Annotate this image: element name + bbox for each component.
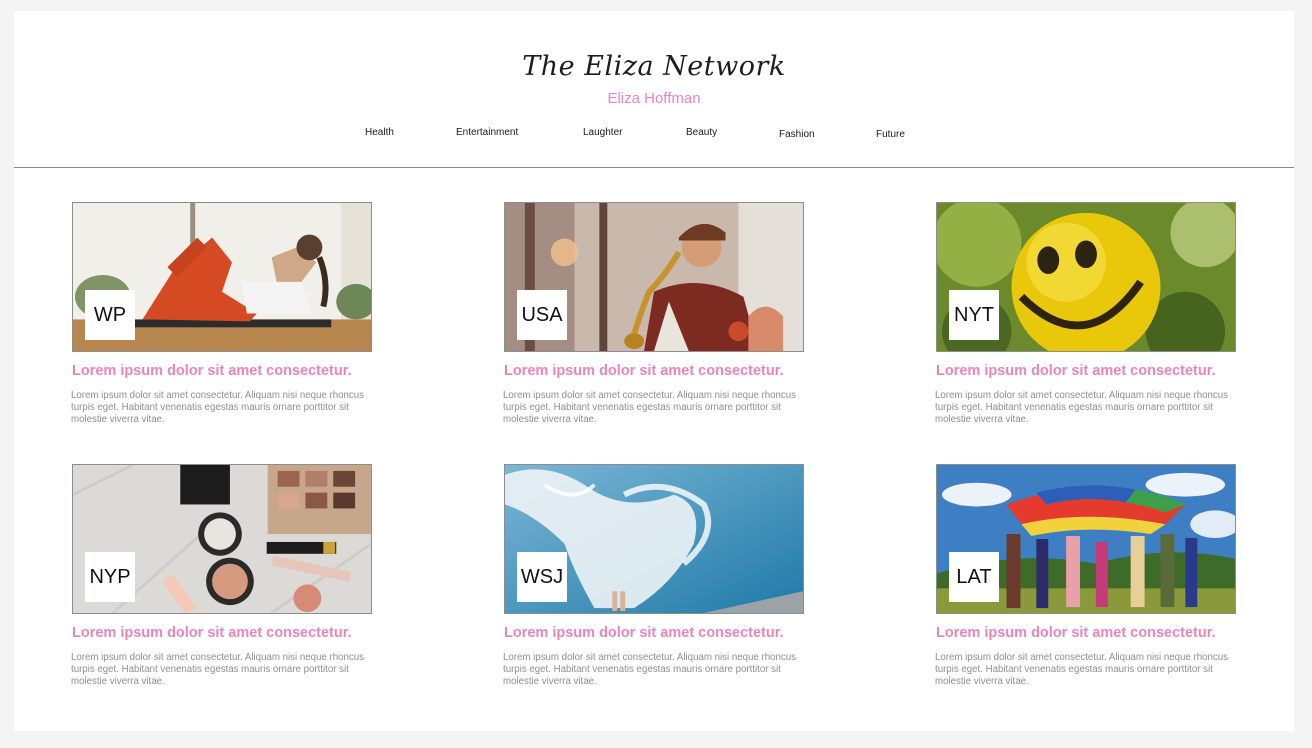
article-excerpt: Lorem ipsum dolor sit amet consectetur. … (503, 390, 796, 425)
article-title[interactable]: Lorem ipsum dolor sit amet consectetur. (504, 363, 814, 379)
nav-link-entertainment[interactable]: Entertainment (456, 127, 518, 138)
article-title[interactable]: Lorem ipsum dolor sit amet consectetur. (936, 363, 1246, 379)
source-badge: WSJ (517, 552, 567, 602)
article-excerpt: Lorem ipsum dolor sit amet consectetur. … (71, 652, 364, 687)
kids-parachute-game-photo[interactable]: LAT (936, 464, 1236, 614)
main-nav: Health Entertainment Laughter Beauty Fas… (14, 126, 1294, 146)
article-excerpt: Lorem ipsum dolor sit amet consectetur. … (935, 390, 1228, 425)
article-title[interactable]: Lorem ipsum dolor sit amet consectetur. (72, 625, 382, 641)
nav-link-health[interactable]: Health (365, 127, 394, 138)
author-name: Eliza Hoffman (607, 90, 701, 107)
woman-doing-crunches-photo[interactable]: WP (72, 202, 372, 352)
article-excerpt: Lorem ipsum dolor sit amet consectetur. … (503, 652, 796, 687)
article-title[interactable]: Lorem ipsum dolor sit amet consectetur. (936, 625, 1246, 641)
source-badge: USA (517, 290, 567, 340)
article-title[interactable]: Lorem ipsum dolor sit amet consectetur. (504, 625, 814, 641)
smiley-ball-photo[interactable]: NYT (936, 202, 1236, 352)
article-excerpt: Lorem ipsum dolor sit amet consectetur. … (935, 652, 1228, 687)
nav-link-fashion[interactable]: Fashion (779, 129, 815, 140)
flowing-white-dress-photo[interactable]: WSJ (504, 464, 804, 614)
article-excerpt: Lorem ipsum dolor sit amet consectetur. … (71, 390, 364, 425)
nav-link-future[interactable]: Future (876, 129, 905, 140)
source-badge: NYT (949, 290, 999, 340)
site-logo[interactable]: The Eliza Network (14, 51, 1294, 82)
nav-link-beauty[interactable]: Beauty (686, 127, 717, 138)
source-badge: NYP (85, 552, 135, 602)
article-title[interactable]: Lorem ipsum dolor sit amet consectetur. (72, 363, 382, 379)
header-divider (14, 167, 1294, 168)
page: The Eliza Network Eliza Hoffman Health E… (14, 11, 1294, 731)
source-badge: WP (85, 290, 135, 340)
nav-link-laughter[interactable]: Laughter (583, 127, 622, 138)
source-badge: LAT (949, 552, 999, 602)
makeup-flatlay-photo[interactable]: NYP (72, 464, 372, 614)
saxophone-player-photo[interactable]: USA (504, 202, 804, 352)
